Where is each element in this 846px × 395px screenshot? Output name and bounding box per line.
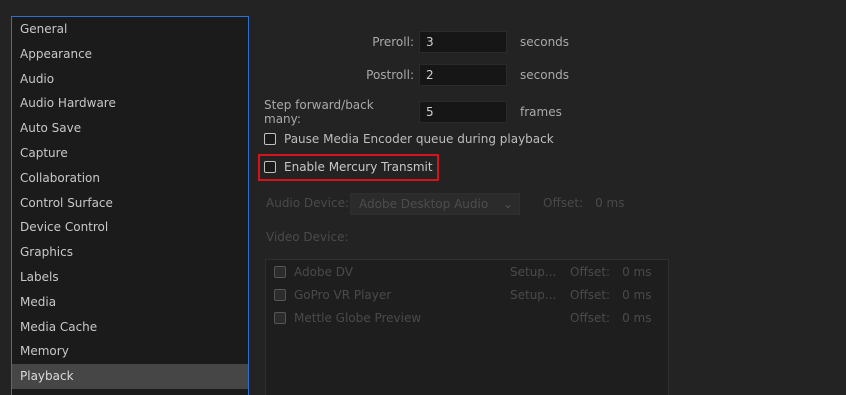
sidebar-item-capture[interactable]: Capture [12,141,248,166]
mercury-transmit-checkbox[interactable] [264,161,276,173]
step-unit: frames [520,105,562,119]
preroll-unit: seconds [520,35,570,49]
step-input[interactable]: 5 [419,101,507,123]
gopro-vr-checkbox[interactable] [274,289,286,301]
sidebar-item-labels[interactable]: Labels [12,265,248,290]
audio-device-label: Audio Device: [266,196,350,210]
device-name: GoPro VR Player [294,288,392,302]
setup-button[interactable]: Setup... [510,265,570,279]
step-row: Step forward/back many: 5 frames [264,98,562,126]
video-device-row: Video Device: [266,230,349,244]
audio-offset-value: 0 ms [595,196,625,210]
sidebar-item-audio[interactable]: Audio [12,67,248,92]
list-item: Adobe DV Setup... Offset: 0 ms [274,262,664,282]
offset-value: 0 ms [622,265,652,279]
list-item: GoPro VR Player Setup... Offset: 0 ms [274,285,664,305]
pause-encoder-option[interactable]: Pause Media Encoder queue during playbac… [264,132,554,146]
pause-encoder-label: Pause Media Encoder queue during playbac… [284,132,554,146]
device-name: Mettle Globe Preview [294,311,422,325]
list-item: Mettle Globe Preview Offset: 0 ms [274,308,664,328]
offset-value: 0 ms [622,288,652,302]
sidebar-item-media-cache[interactable]: Media Cache [12,315,248,340]
offset-label: Offset: [570,288,611,302]
preroll-label: Preroll: [372,35,414,49]
sidebar-item-appearance[interactable]: Appearance [12,42,248,67]
sidebar-item-media[interactable]: Media [12,290,248,315]
audio-device-value: Adobe Desktop Audio [359,197,489,211]
audio-offset: Offset: 0 ms [543,196,625,210]
sidebar-item-playback[interactable]: Playback [12,364,248,389]
offset-label: Offset: [570,265,611,279]
postroll-row: Postroll: 2 seconds [357,64,569,86]
postroll-label: Postroll: [366,68,414,82]
sidebar-item-general[interactable]: General [12,17,248,42]
video-device-label: Video Device: [266,230,349,244]
sidebar-item-memory[interactable]: Memory [12,339,248,364]
preroll-row: Preroll: 3 seconds [370,31,569,53]
chevron-down-icon: ⌄ [502,197,513,211]
video-device-list: Adobe DV Setup... Offset: 0 ms GoPro VR … [265,259,669,395]
sidebar-item-auto-save[interactable]: Auto Save [12,116,248,141]
sidebar-item-device-control[interactable]: Device Control [12,215,248,240]
sidebar-item-collaboration[interactable]: Collaboration [12,166,248,191]
postroll-input[interactable]: 2 [419,64,507,86]
step-label: Step forward/back many: [264,98,374,126]
setup-button[interactable]: Setup... [510,288,570,302]
mettle-globe-checkbox[interactable] [274,312,286,324]
device-name: Adobe DV [294,265,354,279]
sidebar-item-control-surface[interactable]: Control Surface [12,191,248,216]
preferences-category-list: General Appearance Audio Audio Hardware … [11,16,249,395]
offset-label: Offset: [570,311,611,325]
postroll-unit: seconds [520,68,570,82]
pause-encoder-checkbox[interactable] [264,133,276,145]
offset-value: 0 ms [622,311,652,325]
mercury-transmit-label: Enable Mercury Transmit [284,160,433,174]
preroll-input[interactable]: 3 [419,31,507,53]
audio-offset-label: Offset: [543,196,584,210]
sidebar-item-graphics[interactable]: Graphics [12,240,248,265]
mercury-transmit-option[interactable]: Enable Mercury Transmit [264,160,433,174]
adobe-dv-checkbox[interactable] [274,266,286,278]
audio-device-dropdown[interactable]: Adobe Desktop Audio ⌄ [350,193,520,215]
sidebar-item-audio-hardware[interactable]: Audio Hardware [12,91,248,116]
audio-device-row: Audio Device: [266,196,349,210]
